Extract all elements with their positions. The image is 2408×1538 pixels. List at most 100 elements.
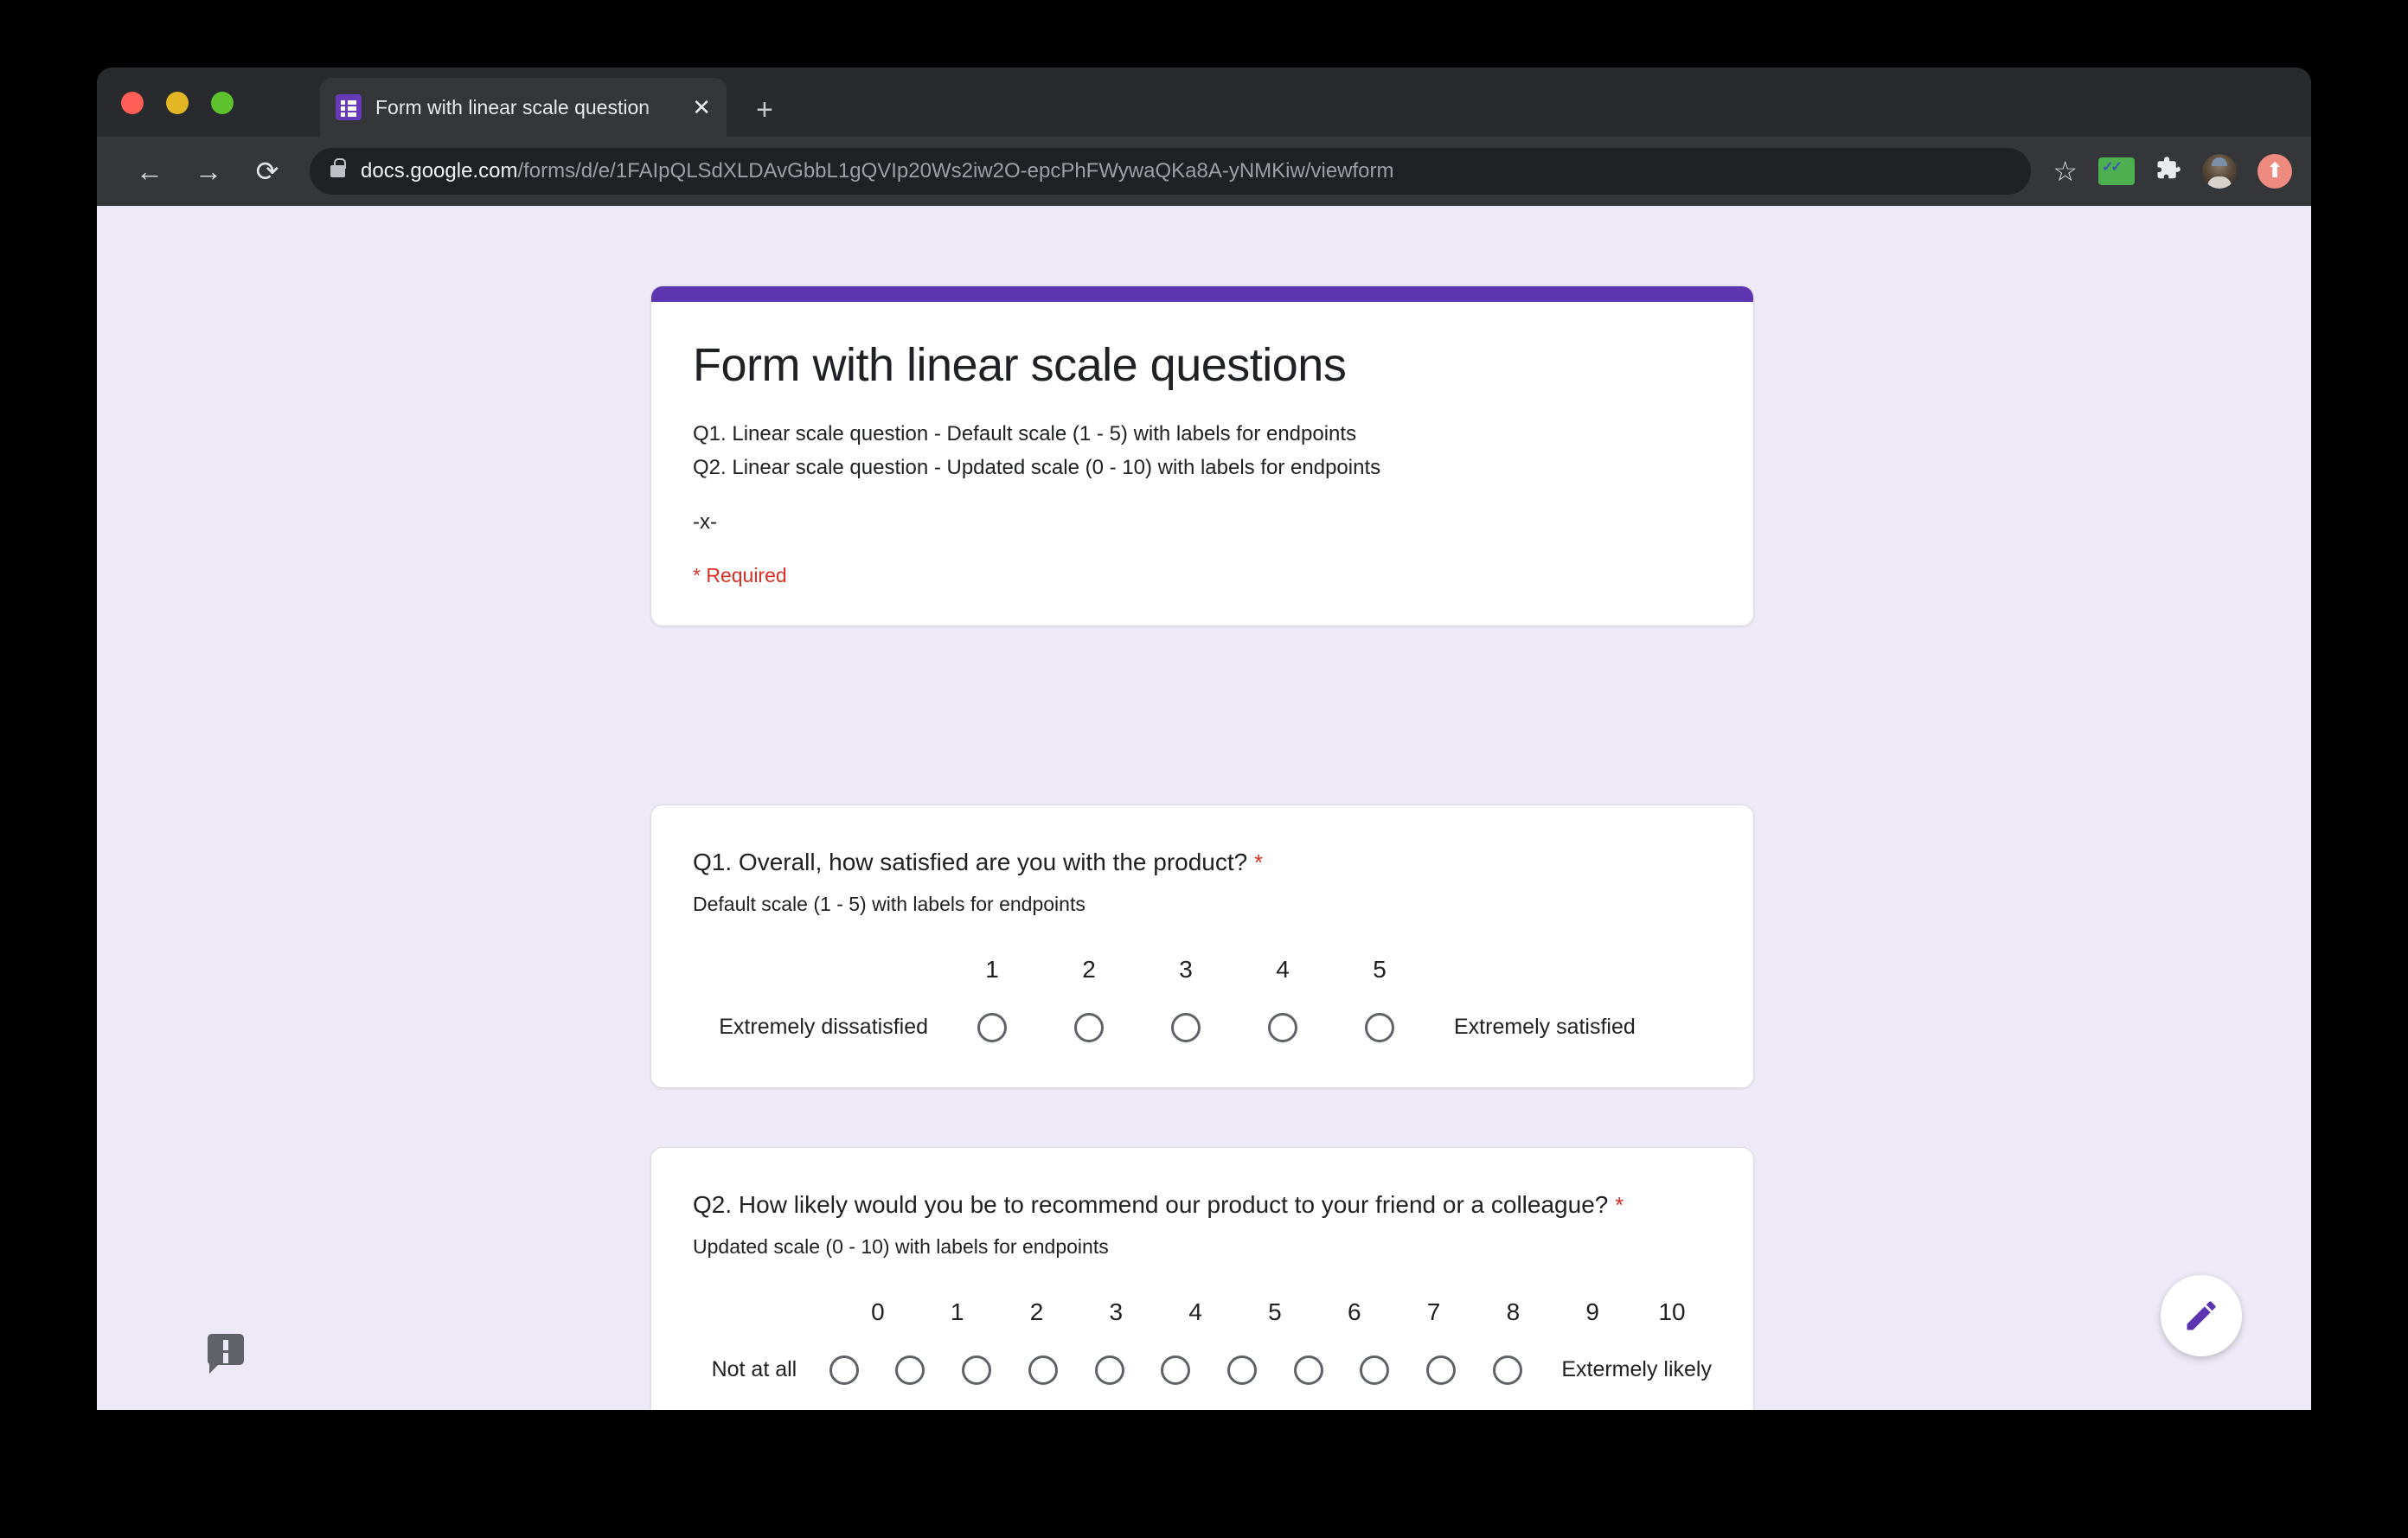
close-tab-icon[interactable]: ✕ [692, 96, 711, 119]
url-host: docs.google.com [361, 159, 518, 183]
scale-radio-row-q1: Extremely dissatisfied Extremely satisfi… [693, 1012, 1712, 1042]
tab-strip: Form with linear scale question ✕ + [97, 67, 2311, 137]
description-spacer [693, 485, 1712, 506]
scale-number-row-q2: 0 1 2 3 4 5 6 7 8 9 10 [693, 1298, 1712, 1325]
scale-number: 2 [1082, 955, 1096, 983]
radio-option-q2-7[interactable] [1275, 1355, 1342, 1385]
radio-option-q2-3[interactable] [1009, 1355, 1076, 1385]
scale-number: 3 [1179, 955, 1193, 983]
url-path: /forms/d/e/1FAIpQLSdXLDAvGbbL1gQVIp20Ws2… [517, 159, 1394, 183]
radio-circle-icon[interactable] [977, 1012, 1007, 1042]
radio-circle-icon[interactable] [895, 1355, 925, 1385]
radio-option-q2-2[interactable] [944, 1355, 1010, 1385]
required-note: * Required [693, 563, 787, 586]
forward-button[interactable]: → [189, 151, 228, 191]
radio-circle-icon[interactable] [962, 1355, 992, 1385]
linear-scale-q2: 0 1 2 3 4 5 6 7 8 9 10 Not at all Exterm… [693, 1298, 1712, 1385]
browser-tab[interactable]: Form with linear scale question ✕ [320, 78, 727, 137]
url-text: docs.google.com/forms/d/e/1FAIpQLSdXLDAv… [361, 159, 1394, 183]
question-title-q2-text: Q2. How likely would you be to recommend… [693, 1191, 1609, 1218]
new-tab-button[interactable]: + [756, 95, 773, 125]
radio-option-q1-3[interactable] [1137, 1012, 1234, 1042]
question-description-q1: Default scale (1 - 5) with labels for en… [693, 892, 1086, 915]
scale-number: 3 [1109, 1298, 1124, 1325]
required-asterisk-q2: * [1615, 1192, 1624, 1218]
scale-number: 1 [950, 1298, 964, 1325]
radio-option-q2-10[interactable] [1475, 1355, 1541, 1385]
bookmark-star-icon[interactable]: ☆ [2053, 157, 2078, 185]
scale-number: 6 [1347, 1298, 1361, 1325]
scale-number-row-q1: 1 2 3 4 5 [693, 955, 1712, 983]
browser-window: Form with linear scale question ✕ + ← → … [97, 67, 2311, 1410]
question-card-q1: Q1. Overall, how satisfied are you with … [650, 804, 1754, 1088]
linear-scale-q1: 1 2 3 4 5 Extremely dissatisfied Extreme… [693, 955, 1712, 1042]
radio-circle-icon[interactable] [1074, 1012, 1104, 1042]
scale-number: 0 [871, 1298, 885, 1325]
radio-option-q1-2[interactable] [1041, 1012, 1137, 1042]
address-bar[interactable]: docs.google.com/forms/d/e/1FAIpQLSdXLDAv… [310, 148, 2031, 195]
required-asterisk-q1: * [1254, 849, 1264, 875]
radio-circle-icon[interactable] [1171, 1012, 1201, 1042]
radio-circle-icon[interactable] [1028, 1355, 1058, 1385]
radio-option-q2-8[interactable] [1342, 1355, 1408, 1385]
extensions-puzzle-icon[interactable] [2155, 156, 2181, 187]
profile-avatar[interactable] [2202, 154, 2237, 189]
radio-circle-icon[interactable] [1227, 1355, 1258, 1385]
lock-icon [330, 158, 346, 177]
form-description-line-1: Q1. Linear scale question - Default scal… [693, 422, 1357, 446]
window-controls [121, 92, 234, 114]
reload-button[interactable]: ⟳ [247, 151, 287, 191]
radio-circle-icon[interactable] [1161, 1355, 1191, 1385]
scale-number: 2 [1029, 1298, 1044, 1325]
scale-number: 5 [1373, 955, 1387, 983]
mail-extension-icon[interactable] [2098, 157, 2135, 185]
google-forms-icon [336, 94, 362, 120]
radio-option-q2-9[interactable] [1408, 1355, 1475, 1385]
form-accent-bar [651, 286, 1753, 302]
radio-option-q2-6[interactable] [1209, 1355, 1276, 1385]
radio-circle-icon[interactable] [1365, 1012, 1394, 1042]
radio-option-q1-5[interactable] [1331, 1012, 1428, 1042]
radio-circle-icon[interactable] [1426, 1355, 1457, 1385]
radio-option-q2-1[interactable] [877, 1355, 944, 1385]
question-title-q1: Q1. Overall, how satisfied are you with … [693, 845, 1712, 880]
scale-high-label-q1: Extremely satisfied [1454, 1015, 1636, 1040]
radio-option-q2-5[interactable] [1143, 1355, 1209, 1385]
radio-circle-icon[interactable] [1293, 1355, 1323, 1385]
radio-option-q2-4[interactable] [1076, 1355, 1143, 1385]
radio-option-q1-4[interactable] [1234, 1012, 1331, 1042]
scale-number: 7 [1426, 1298, 1441, 1325]
scale-high-label-q2: Extermely likely [1561, 1357, 1712, 1382]
radio-circle-icon[interactable] [1360, 1355, 1390, 1385]
page-content: Form with linear scale questions Q1. Lin… [97, 206, 2311, 1410]
radio-circle-icon[interactable] [829, 1355, 859, 1385]
scale-number: 4 [1188, 1298, 1202, 1325]
tab-title: Form with linear scale question [375, 95, 650, 119]
form-description: Q1. Linear scale question - Default scal… [693, 418, 1712, 540]
close-window-button[interactable] [121, 92, 144, 114]
maximize-window-button[interactable] [211, 92, 234, 114]
scale-number: 4 [1276, 955, 1290, 983]
scale-number: 5 [1268, 1298, 1282, 1325]
browser-toolbar: ← → ⟳ docs.google.com/forms/d/e/1FAIpQLS… [97, 137, 2311, 206]
scale-low-label-q1: Extremely dissatisfied [719, 1015, 928, 1040]
edit-form-button[interactable] [2161, 1275, 2242, 1356]
form-description-line-2: Q2. Linear scale question - Updated scal… [693, 455, 1381, 479]
minimize-window-button[interactable] [166, 92, 189, 114]
report-problem-icon[interactable] [208, 1334, 244, 1374]
update-arrow-icon[interactable]: ⬆ [2258, 154, 2292, 189]
radio-option-q2-0[interactable] [810, 1355, 877, 1385]
radio-circle-icon[interactable] [1094, 1355, 1124, 1385]
question-title-q2: Q2. How likely would you be to recommend… [693, 1188, 1712, 1222]
scale-number: 9 [1585, 1298, 1599, 1325]
question-title-q1-text: Q1. Overall, how satisfied are you with … [693, 849, 1248, 875]
puzzle-glyph [2157, 157, 2181, 179]
scale-low-label-q2: Not at all [711, 1357, 797, 1382]
radio-option-q1-1[interactable] [944, 1012, 1041, 1042]
scale-number: 10 [1658, 1298, 1686, 1325]
radio-circle-icon[interactable] [1268, 1012, 1297, 1042]
scale-number: 1 [985, 955, 999, 983]
back-button[interactable]: ← [130, 151, 170, 191]
edit-pencil-icon [2187, 1301, 2216, 1330]
radio-circle-icon[interactable] [1492, 1355, 1522, 1385]
